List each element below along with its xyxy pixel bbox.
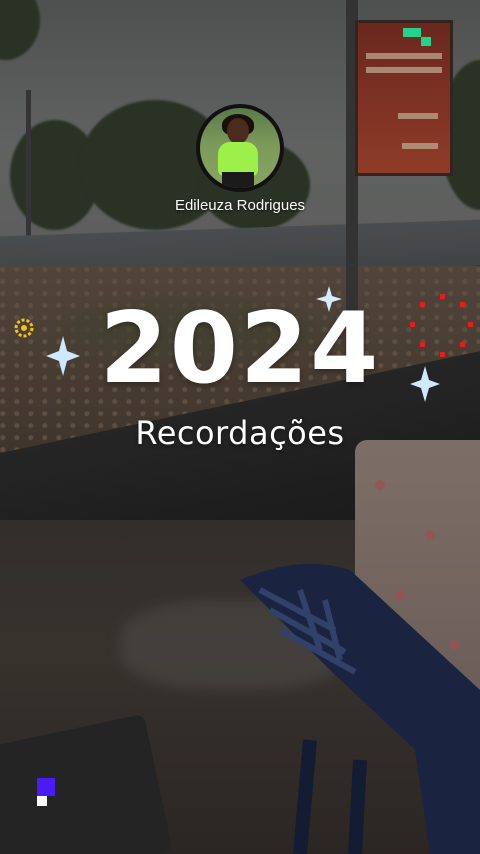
- pixel-decoration: [37, 796, 47, 806]
- sparkle-icon: [316, 286, 342, 312]
- pixel-decoration: [421, 37, 431, 46]
- avatar-shirt: [218, 142, 258, 176]
- pixel-decoration: [37, 778, 55, 796]
- sun-gear-icon: [14, 318, 34, 338]
- avatar-face: [227, 118, 249, 144]
- recordacoes-subtitle: Recordações: [135, 414, 345, 452]
- avatar: [200, 108, 280, 188]
- avatar-pants: [222, 172, 254, 188]
- dots-ring-icon: [410, 294, 473, 357]
- profile-username[interactable]: Edileuza Rodrigues: [0, 197, 480, 214]
- pixel-decoration: [403, 28, 421, 37]
- profile-avatar-ring[interactable]: [196, 104, 284, 192]
- sparkle-icon: [410, 366, 440, 402]
- sparkle-icon: [46, 336, 80, 376]
